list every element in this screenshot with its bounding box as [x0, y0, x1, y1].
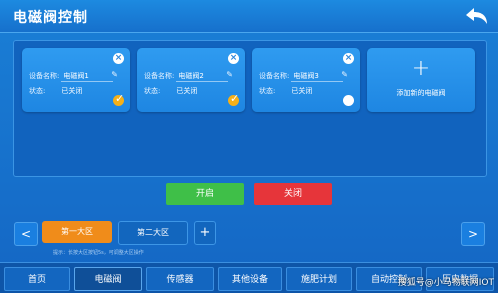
- valve-card-2[interactable]: × 设备名称: 电磁阀2 ✎ 状态: 已关闭 ✓: [137, 48, 245, 112]
- back-button[interactable]: [462, 4, 490, 28]
- nav-item-other-devices[interactable]: 其他设备: [218, 267, 282, 291]
- edit-pencil-icon[interactable]: ✎: [341, 70, 348, 79]
- add-valve-label: 添加新的电磁阀: [396, 89, 446, 97]
- open-button[interactable]: 开启: [166, 183, 244, 205]
- close-button[interactable]: 关闭: [254, 183, 332, 205]
- name-label: 设备名称:: [259, 72, 290, 80]
- status-label: 状态:: [144, 87, 161, 95]
- status-label: 状态:: [29, 87, 46, 95]
- status-value: 已关闭: [176, 87, 198, 95]
- name-label: 设备名称:: [144, 72, 175, 80]
- page-title: 电磁阀控制: [13, 10, 88, 26]
- edit-pencil-icon[interactable]: ✎: [226, 70, 233, 79]
- nav-item-fertilizer-plan[interactable]: 施肥计划: [286, 267, 352, 291]
- watermark-text: 搜狐号@小马物联网IOT: [397, 278, 494, 288]
- header-bar: 电磁阀控制: [0, 0, 498, 33]
- checkmark-icon: ✓: [230, 92, 240, 105]
- select-checkbox[interactable]: ✓: [113, 92, 125, 106]
- edit-pencil-icon[interactable]: ✎: [111, 70, 118, 79]
- plus-icon: +: [411, 56, 431, 81]
- name-label: 设备名称:: [29, 72, 60, 80]
- next-zone-arrow-icon[interactable]: >: [461, 222, 485, 246]
- valve-name-field[interactable]: 电磁阀3: [291, 71, 344, 82]
- status-value: 已关闭: [291, 87, 313, 95]
- hint-text: 提示：长按大区按钮5s，可调整大区操作: [53, 250, 144, 256]
- status-label: 状态:: [259, 87, 276, 95]
- nav-item-sensor[interactable]: 传感器: [146, 267, 214, 291]
- valve-name-field[interactable]: 电磁阀2: [176, 71, 229, 82]
- nav-item-valve[interactable]: 电磁阀: [74, 267, 142, 291]
- prev-zone-arrow-icon[interactable]: <: [14, 222, 38, 246]
- nav-item-home[interactable]: 首页: [4, 267, 70, 291]
- select-checkbox[interactable]: [343, 95, 354, 106]
- valve-card-1[interactable]: × 设备名称: 电磁阀1 ✎ 状态: 已关闭 ✓: [22, 48, 130, 112]
- valve-name-field[interactable]: 电磁阀1: [61, 71, 114, 82]
- status-value: 已关闭: [61, 87, 83, 95]
- valve-card-3[interactable]: × 设备名称: 电磁阀3 ✎ 状态: 已关闭: [252, 48, 360, 112]
- close-icon[interactable]: ×: [343, 53, 354, 64]
- zone-tab-2[interactable]: 第二大区: [118, 221, 188, 245]
- back-arrow-icon: [466, 8, 487, 24]
- checkmark-icon: ✓: [115, 92, 125, 105]
- zone-tab-1[interactable]: 第一大区: [42, 221, 112, 243]
- select-checkbox[interactable]: ✓: [228, 92, 240, 106]
- add-zone-button[interactable]: +: [194, 221, 216, 245]
- close-icon[interactable]: ×: [113, 53, 124, 64]
- close-icon[interactable]: ×: [228, 53, 239, 64]
- add-valve-card[interactable]: + 添加新的电磁阀: [367, 48, 475, 112]
